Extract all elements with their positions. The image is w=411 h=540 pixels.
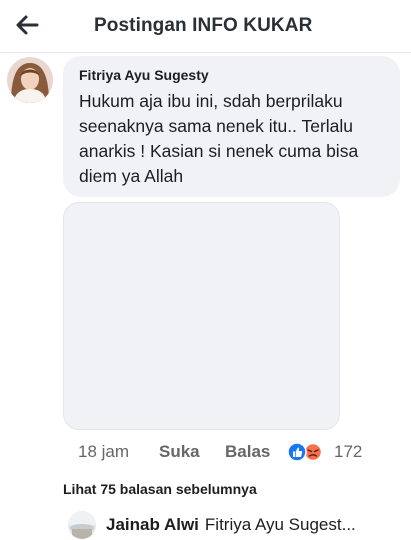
comment-time[interactable]: 18 jam [78,442,129,462]
reply-text: Fitriya Ayu Sugest... [204,515,356,534]
reply-author[interactable]: Jainab Alwi [106,515,199,534]
view-previous-replies-link[interactable]: Lihat 75 balasan sebelumnya [63,481,257,497]
comment-bubble[interactable]: Fitriya Ayu Sugesty Hukum aja ibu ini, s… [63,56,400,197]
reaction-count[interactable]: 172 [334,442,362,462]
comment-actions: 18 jam Suka Balas 172 [78,440,398,464]
arrow-left-icon [16,15,39,35]
like-reaction-icon [287,442,307,462]
top-bar: Postingan INFO KUKAR [0,0,411,53]
page-title: Postingan INFO KUKAR [94,15,313,36]
comment-media-placeholder[interactable] [63,202,340,430]
reply-button[interactable]: Balas [225,442,270,462]
comment-text: Hukum aja ibu ini, sdah berprilaku seena… [79,91,359,186]
like-button[interactable]: Suka [159,442,200,462]
commenter-avatar[interactable] [7,57,53,103]
comment-author[interactable]: Fitriya Ayu Sugesty [79,67,209,83]
reactions-summary[interactable] [287,442,325,462]
reply-preview[interactable]: Jainab Alwi Fitriya Ayu Sugest... [106,515,406,535]
reply-avatar[interactable] [68,511,96,539]
back-button[interactable] [10,10,44,40]
angry-reaction-icon [303,442,323,462]
